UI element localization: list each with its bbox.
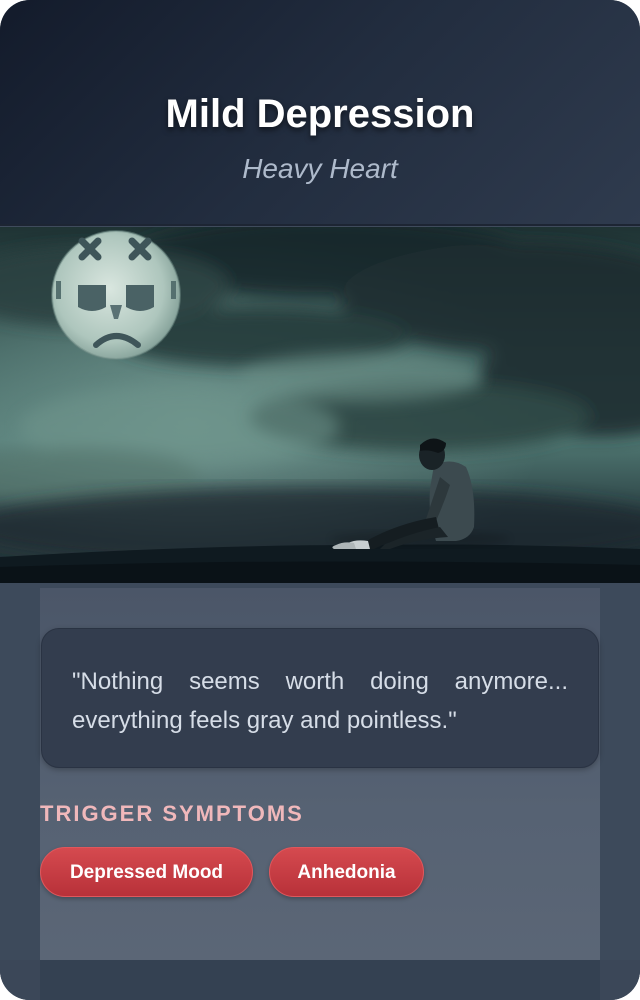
mood-card: Mild Depression Heavy Heart "Nothing see…: [0, 0, 640, 1000]
sad-moon-lonely-figure-illustration: [0, 227, 640, 583]
quote-box: "Nothing seems worth doing anymore... ev…: [41, 628, 599, 768]
symptom-chip-depressed-mood[interactable]: Depressed Mood: [40, 847, 253, 897]
card-header: Mild Depression Heavy Heart: [0, 0, 640, 226]
card-subtitle: Heavy Heart: [242, 153, 398, 184]
quote-text: "Nothing seems worth doing anymore... ev…: [72, 668, 568, 734]
card-title: Mild Depression: [165, 92, 475, 136]
trigger-symptoms-label: TRIGGER SYMPTOMS: [40, 801, 304, 826]
card-footer-center: [40, 960, 600, 1000]
mood-illustration: [0, 227, 640, 583]
symptom-chip-anhedonia[interactable]: Anhedonia: [269, 847, 424, 897]
sad-moon-icon: [51, 230, 181, 360]
